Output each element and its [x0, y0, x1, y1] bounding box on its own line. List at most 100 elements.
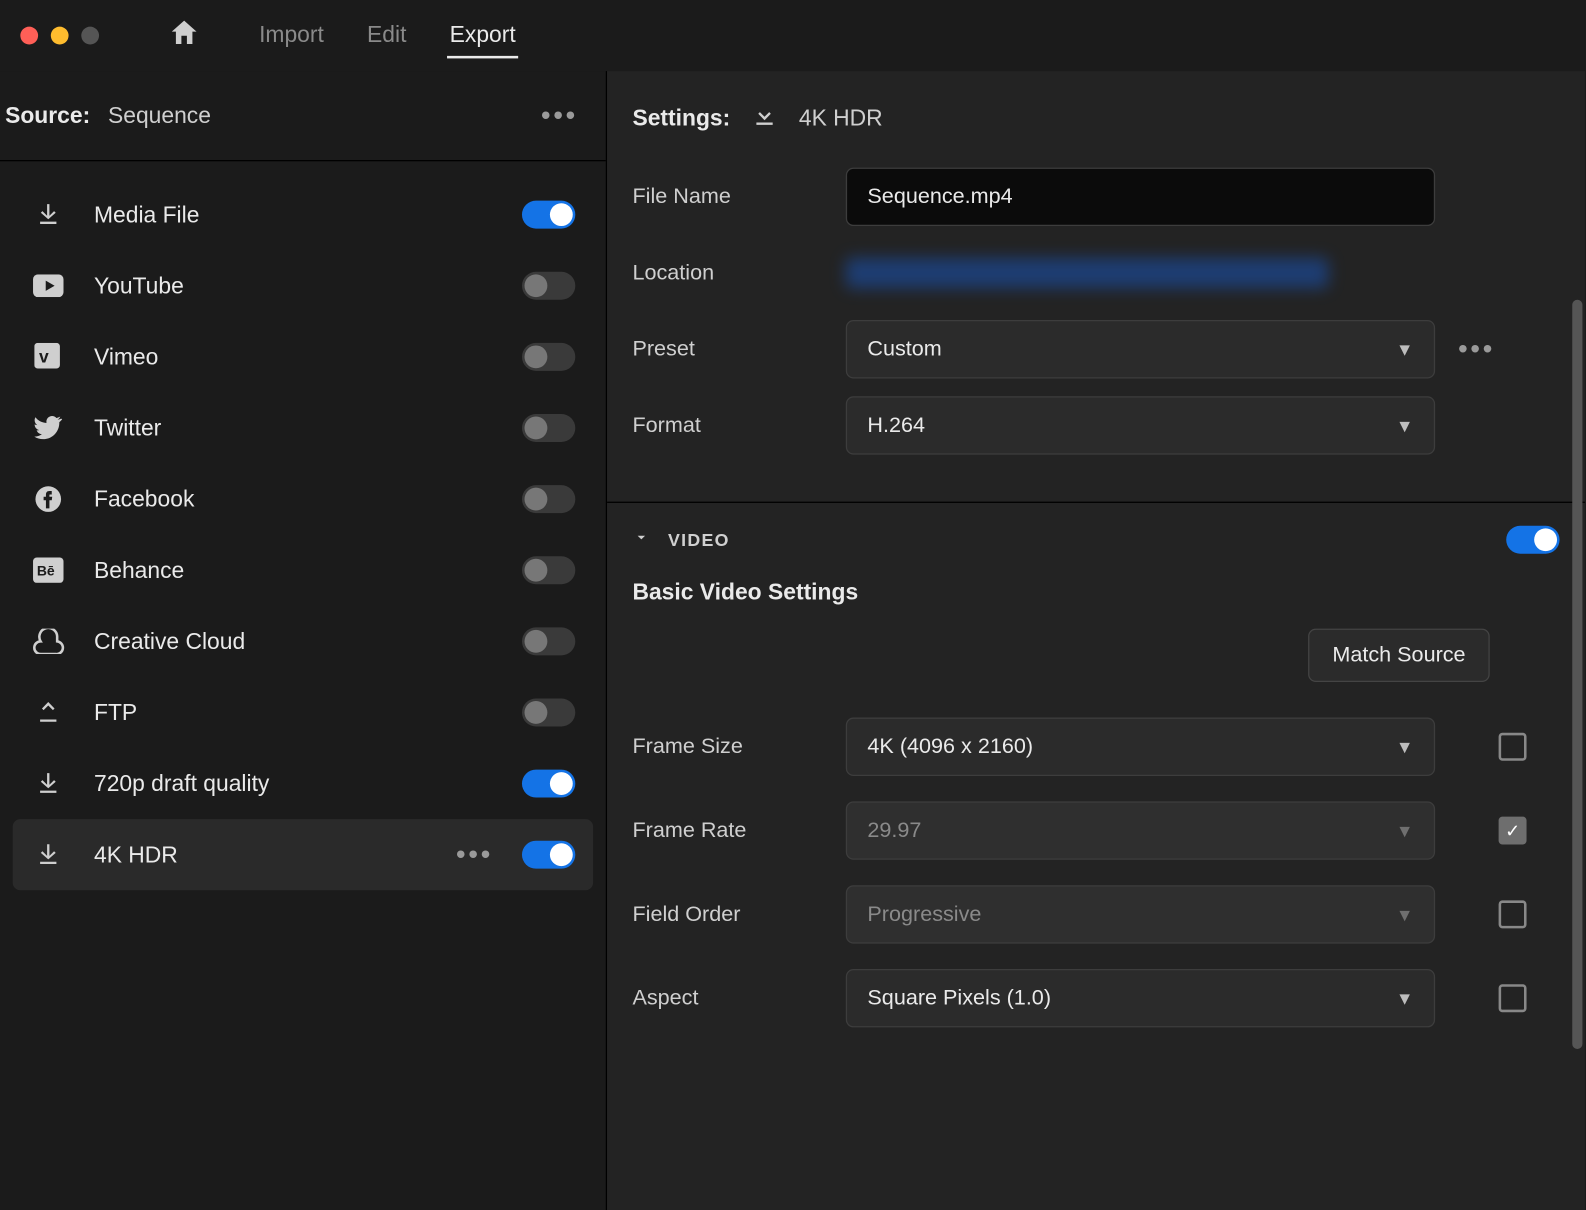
- destination-toggle[interactable]: [522, 485, 575, 513]
- video-row-select: Progressive▼: [846, 885, 1435, 943]
- destination-more-icon[interactable]: •••: [456, 838, 494, 871]
- destination-facebook[interactable]: Facebook: [13, 464, 593, 535]
- video-row-aspect: Aspect Square Pixels (1.0)▼: [632, 956, 1559, 1040]
- destination-4k-hdr[interactable]: 4K HDR •••: [13, 819, 593, 890]
- destination-media-file[interactable]: Media File: [13, 179, 593, 250]
- section-chevron-icon[interactable]: [632, 528, 650, 551]
- video-section-title: VIDEO: [668, 530, 1488, 550]
- home-icon[interactable]: [168, 17, 201, 55]
- topbar: Import Edit Export: [0, 0, 1585, 71]
- tab-edit[interactable]: Edit: [365, 13, 409, 57]
- destination-toggle[interactable]: [522, 770, 575, 798]
- video-row-checkbox[interactable]: [1499, 733, 1527, 761]
- settings-form: File Name Sequence.mp4 Location Preset C…: [607, 146, 1585, 503]
- destination-behance[interactable]: Bē Behance: [13, 535, 593, 606]
- ftp-icon: [30, 699, 66, 727]
- video-toggle[interactable]: [1506, 526, 1559, 554]
- preset-more-icon[interactable]: •••: [1458, 333, 1495, 366]
- svg-text:v: v: [39, 347, 49, 367]
- behance-icon: Bē: [30, 558, 66, 583]
- preset-label: Preset: [632, 337, 823, 362]
- source-header: Source: Sequence •••: [0, 71, 606, 161]
- video-row-checkbox[interactable]: [1499, 900, 1527, 928]
- destination-label: Media File: [94, 201, 428, 228]
- location-path[interactable]: [846, 258, 1329, 288]
- destination-toggle[interactable]: [522, 414, 575, 442]
- video-row-label: Frame Rate: [632, 818, 823, 843]
- video-row-frame-rate: Frame Rate 29.97▼: [632, 789, 1559, 873]
- destination-label: FTP: [94, 699, 428, 726]
- video-row-field-order: Field Order Progressive▼: [632, 872, 1559, 956]
- format-select[interactable]: H.264▼: [846, 396, 1435, 454]
- vimeo-icon: v: [30, 343, 66, 371]
- destination-720p-draft-quality[interactable]: 720p draft quality: [13, 748, 593, 819]
- facebook-icon: [30, 485, 66, 513]
- filename-input[interactable]: Sequence.mp4: [846, 168, 1435, 226]
- destination-toggle[interactable]: [522, 841, 575, 869]
- svg-text:Bē: Bē: [37, 562, 55, 578]
- location-label: Location: [632, 260, 823, 285]
- destination-toggle[interactable]: [522, 699, 575, 727]
- destination-label: 4K HDR: [94, 841, 428, 868]
- right-panel: Settings: 4K HDR File Name Sequence.mp4 …: [607, 71, 1585, 1210]
- twitter-icon: [30, 414, 66, 442]
- download-icon: [30, 201, 66, 229]
- chevron-down-icon: ▼: [1396, 415, 1414, 435]
- video-row-frame-size: Frame Size 4K (4096 x 2160)▼: [632, 705, 1559, 789]
- cc-icon: [30, 629, 66, 654]
- tab-import[interactable]: Import: [257, 13, 327, 57]
- chevron-down-icon: ▼: [1396, 339, 1414, 359]
- workspace-tabs: Import Edit Export: [257, 13, 519, 57]
- destination-label: Creative Cloud: [94, 628, 428, 655]
- destination-youtube[interactable]: YouTube: [13, 250, 593, 321]
- settings-label: Settings:: [632, 105, 730, 132]
- video-row-select[interactable]: 4K (4096 x 2160)▼: [846, 718, 1435, 776]
- chevron-down-icon: ▼: [1396, 820, 1414, 840]
- minimize-window[interactable]: [51, 27, 69, 45]
- tab-export[interactable]: Export: [447, 13, 518, 57]
- video-row-label: Aspect: [632, 986, 823, 1011]
- close-window[interactable]: [20, 27, 38, 45]
- video-row-select[interactable]: Square Pixels (1.0)▼: [846, 969, 1435, 1027]
- destination-label: Twitter: [94, 415, 428, 442]
- video-row-label: Field Order: [632, 902, 823, 927]
- filename-label: File Name: [632, 184, 823, 209]
- source-name[interactable]: Sequence: [108, 102, 211, 129]
- scrollbar[interactable]: [1572, 300, 1582, 1049]
- preset-select[interactable]: Custom▼: [846, 320, 1435, 378]
- window-controls: [20, 27, 99, 45]
- destination-label: Behance: [94, 557, 428, 584]
- destination-toggle[interactable]: [522, 201, 575, 229]
- download-icon: [30, 841, 66, 869]
- destination-toggle[interactable]: [522, 343, 575, 371]
- settings-current-preset: 4K HDR: [799, 105, 883, 132]
- settings-download-icon: [751, 102, 779, 136]
- video-row-checkbox[interactable]: [1499, 817, 1527, 845]
- chevron-down-icon: ▼: [1396, 904, 1414, 924]
- destination-label: Facebook: [94, 486, 428, 513]
- destination-ftp[interactable]: FTP: [13, 677, 593, 748]
- video-row-label: Frame Size: [632, 734, 823, 759]
- destination-label: YouTube: [94, 272, 428, 299]
- format-label: Format: [632, 413, 823, 438]
- destination-creative-cloud[interactable]: Creative Cloud: [13, 606, 593, 677]
- video-row-checkbox[interactable]: [1499, 984, 1527, 1012]
- chevron-down-icon: ▼: [1396, 737, 1414, 757]
- match-source-button[interactable]: Match Source: [1308, 629, 1489, 682]
- destination-label: 720p draft quality: [94, 770, 428, 797]
- youtube-icon: [30, 274, 66, 297]
- destination-toggle[interactable]: [522, 556, 575, 584]
- destination-toggle[interactable]: [522, 627, 575, 655]
- video-row-select: 29.97▼: [846, 801, 1435, 859]
- destination-toggle[interactable]: [522, 272, 575, 300]
- destination-list: Media File YouTube vVimeo Twitter Facebook Bē…: [0, 161, 606, 908]
- video-subtitle: Basic Video Settings: [632, 554, 1559, 614]
- chevron-down-icon: ▼: [1396, 988, 1414, 1008]
- settings-header: Settings: 4K HDR: [607, 71, 1585, 146]
- video-section: VIDEO Basic Video Settings Match Source …: [607, 503, 1585, 1053]
- source-label: Source:: [5, 102, 90, 129]
- destination-vimeo[interactable]: vVimeo: [13, 321, 593, 392]
- destination-twitter[interactable]: Twitter: [13, 392, 593, 463]
- maximize-window[interactable]: [81, 27, 99, 45]
- source-more-icon[interactable]: •••: [541, 99, 578, 132]
